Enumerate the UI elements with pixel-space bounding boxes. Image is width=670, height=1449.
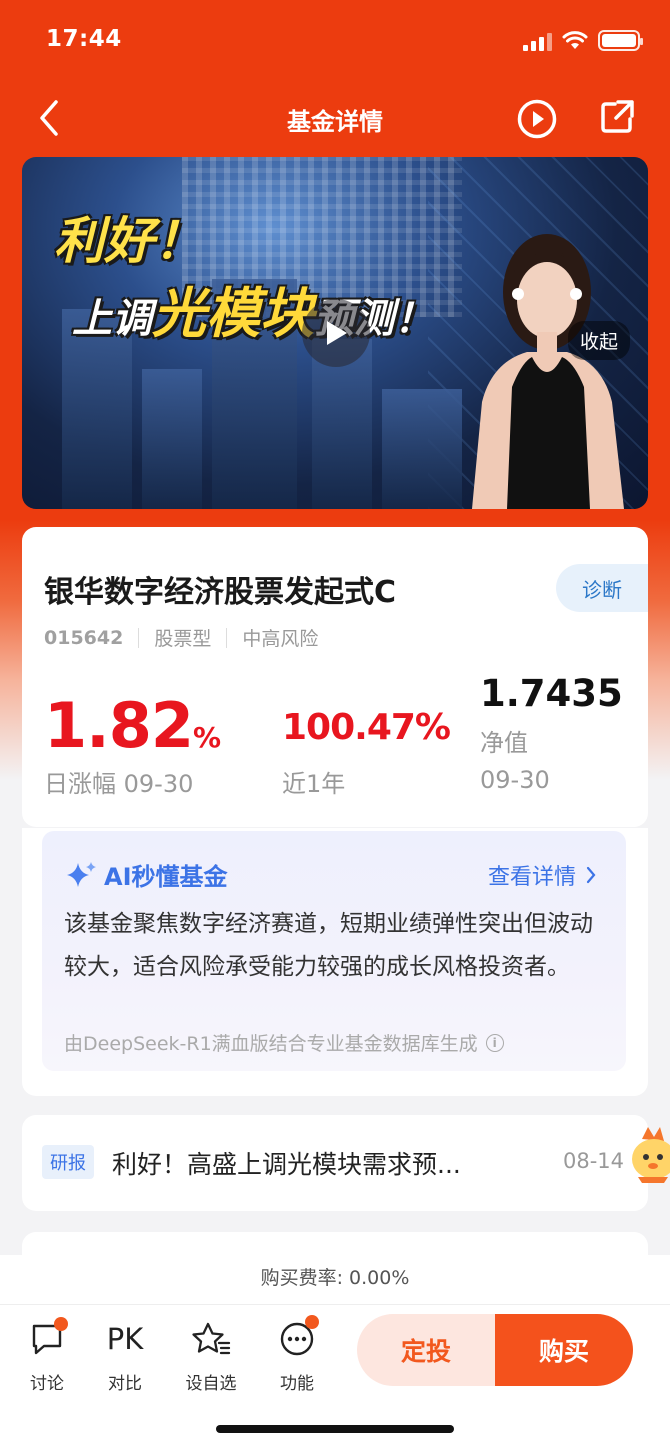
home-indicator[interactable]	[216, 1425, 454, 1433]
play-circle-icon[interactable]	[516, 98, 558, 140]
report-title: 利好！高盛上调光模块需求预...	[112, 1150, 461, 1179]
chevron-right-icon	[586, 866, 596, 884]
video-banner[interactable]: 利好！ 上调光模块预测！ 收起	[22, 157, 648, 509]
divider	[226, 627, 228, 648]
view-details-label: 查看详情	[487, 865, 576, 890]
discuss-button[interactable]: 讨论	[12, 1317, 82, 1394]
nav-date: 09-30	[480, 766, 550, 794]
daily-change-label: 日涨幅	[44, 770, 116, 798]
view-details-link[interactable]: 查看详情	[488, 859, 596, 891]
banner-building	[142, 369, 202, 509]
pk-icon: PK	[106, 1322, 144, 1356]
star-list-icon	[192, 1322, 231, 1355]
discuss-label: 讨论	[30, 1374, 64, 1394]
divider	[138, 627, 140, 648]
cellular-signal-icon	[523, 31, 552, 51]
fund-summary-card: 银华数字经济股票发起式C 诊断 015642 股票型 中高风险 1.82% 日涨…	[22, 527, 648, 827]
report-tag: 研报	[42, 1145, 94, 1179]
compare-label: 对比	[108, 1374, 142, 1394]
sparkle-icon	[67, 861, 96, 887]
action-buttons: 定投 购买	[357, 1314, 633, 1386]
daily-change-date: 09-30	[123, 770, 194, 798]
daily-change-value: 1.82	[44, 689, 194, 762]
share-icon[interactable]	[596, 96, 638, 138]
diagnose-button[interactable]: 诊断	[556, 564, 648, 612]
collapse-button[interactable]: 收起	[568, 321, 631, 360]
fund-risk: 中高风险	[242, 628, 319, 650]
status-time: 17:44	[46, 26, 122, 52]
ai-source-note: 由DeepSeek-R1满血版结合专业基金数据库生成 i	[64, 1029, 504, 1056]
nav-bar: 基金详情	[0, 86, 670, 150]
ai-summary-card[interactable]: AI秒懂基金 查看详情 该基金聚焦数字经济赛道，短期业绩弹性突出但波动较大，适合…	[42, 831, 626, 1071]
report-date: 08-14	[562, 1149, 624, 1173]
nav-label: 净值	[480, 729, 528, 757]
status-icons	[523, 30, 643, 51]
ai-section: AI秒懂基金 查看详情 该基金聚焦数字经济赛道，短期业绩弹性突出但波动较大，适合…	[22, 828, 648, 1096]
banner-subheadline-highlight: 光模块	[152, 282, 314, 345]
year-return-value: 100.47%	[282, 707, 451, 748]
banner-subheadline: 上调光模块预测！	[72, 269, 434, 348]
year-return-label: 近1年	[282, 770, 346, 798]
banner-headline: 利好！	[54, 212, 204, 270]
year-return-metric: 100.47% 近1年	[282, 707, 451, 799]
notification-dot	[54, 1317, 68, 1331]
fund-meta: 015642 股票型 中高风险	[44, 624, 318, 651]
video-play-button[interactable]	[302, 299, 370, 367]
nav-metric: 1.7435 净值 09-30	[480, 672, 623, 794]
status-bar: 17:44	[0, 0, 670, 80]
mascot-icon[interactable]	[628, 1125, 670, 1185]
add-watchlist-button[interactable]: 设自选	[176, 1319, 246, 1394]
ai-title: AI秒懂基金	[64, 857, 228, 892]
ai-source-text: 由DeepSeek-R1满血版结合专业基金数据库生成	[64, 1033, 478, 1055]
research-report-item[interactable]: 研报 利好！高盛上调光模块需求预... 08-14	[22, 1115, 648, 1211]
wifi-icon	[562, 30, 588, 49]
ai-title-text: AI秒懂基金	[104, 863, 228, 891]
fund-code: 015642	[44, 626, 124, 649]
daily-change-metric: 1.82% 日涨幅 09-30	[44, 689, 221, 799]
presenter-image	[472, 234, 624, 509]
functions-label: 功能	[280, 1374, 314, 1394]
play-icon	[327, 321, 347, 345]
purchase-fee: 购买费率: 0.00%	[0, 1255, 670, 1305]
functions-button[interactable]: 功能	[262, 1315, 332, 1394]
buy-button[interactable]: 购买	[495, 1314, 633, 1386]
banner-subheadline-prefix: 上调	[72, 296, 152, 342]
auto-invest-button[interactable]: 定投	[357, 1314, 495, 1386]
nav-value: 1.7435	[480, 672, 623, 715]
notification-dot	[305, 1315, 319, 1329]
battery-icon	[598, 30, 643, 51]
ai-summary-text: 该基金聚焦数字经济赛道，短期业绩弹性突出但波动较大，适合风险承受能力较强的成长风…	[64, 911, 593, 980]
fund-type: 股票型	[154, 628, 212, 650]
daily-change-unit: %	[192, 721, 222, 754]
watchlist-label: 设自选	[185, 1374, 237, 1394]
compare-button[interactable]: PK 对比	[90, 1319, 160, 1394]
page-title: 基金详情	[287, 108, 383, 136]
info-icon[interactable]: i	[485, 1033, 504, 1052]
banner-building	[382, 389, 462, 509]
fund-name: 银华数字经济股票发起式C	[44, 575, 397, 610]
